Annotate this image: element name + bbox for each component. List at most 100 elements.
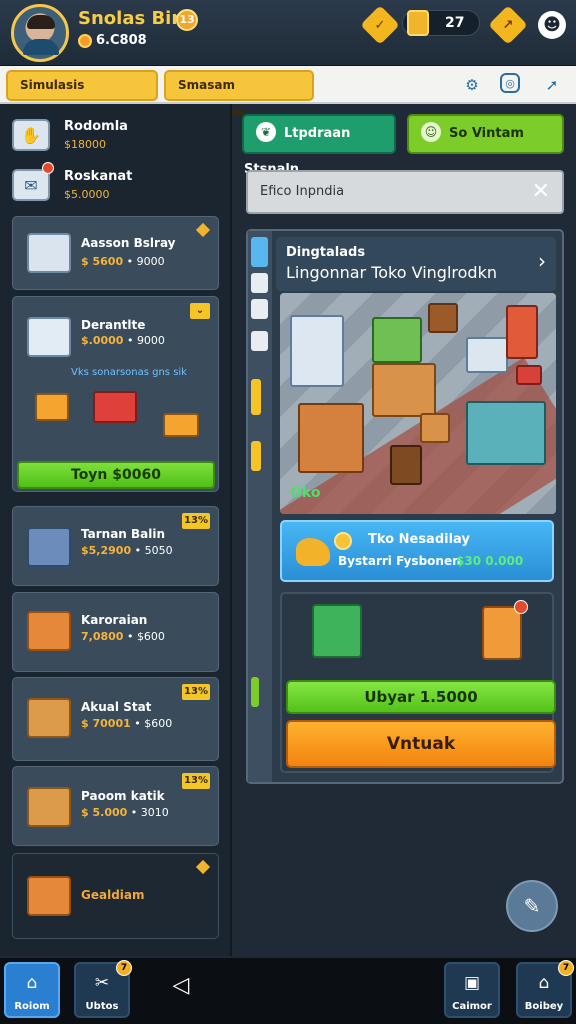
hand-icon: ✋ — [12, 119, 50, 151]
market-stall-icon — [27, 233, 71, 273]
card-price: $ 70001 • $600 — [81, 717, 173, 730]
shop-building — [290, 315, 344, 387]
back-icon[interactable]: ◁ — [167, 973, 195, 1001]
card-title: Tarnan Balin — [81, 527, 166, 541]
door-frame — [390, 445, 422, 485]
building-icon — [27, 527, 71, 567]
sidebar-item-roskanat[interactable]: ✉ Roskanat $5.0000 — [12, 162, 222, 206]
avatar-shirt — [23, 39, 59, 55]
sidebar-item-amount: $18000 — [64, 138, 106, 151]
panel-header[interactable]: Dingtalads Lingonnar Toko Vinglrodkn › — [276, 237, 556, 291]
card-title: Gealdiam — [81, 888, 145, 902]
search-bar[interactable]: Efico Inpndia ✕ — [246, 170, 564, 214]
card-title: Paoom katik — [81, 789, 165, 803]
action-button[interactable]: Vntuak — [286, 720, 556, 768]
price-secondary: $600 — [136, 630, 165, 643]
strip-tab-icon[interactable] — [251, 331, 268, 351]
box-icon: ▣ — [463, 973, 481, 993]
nav-boost[interactable]: ⌂ 7 Boibey — [516, 960, 574, 1018]
crate-stack — [372, 363, 436, 417]
produce-stand — [372, 317, 422, 363]
nav-label: Ubtos — [85, 1001, 119, 1012]
info-card[interactable]: Tko Nesadilay Bystarri Fysbonen $30 0.00… — [280, 520, 554, 582]
buy-button[interactable]: Toyn $0060 — [17, 461, 215, 489]
strip-marker — [251, 677, 259, 707]
cash-register-icon — [312, 604, 362, 658]
card-price: $ 5.000 • 3010 — [81, 806, 169, 819]
nav-badge: 7 — [116, 960, 132, 976]
share-icon[interactable]: ➚ — [540, 73, 564, 97]
discount-tag: 13% — [182, 513, 210, 529]
scene-label: Oko — [290, 485, 321, 501]
shop-card[interactable]: 13% Paoom katik $ 5.000 • 3010 — [12, 766, 219, 846]
pencil-icon: ✎ — [523, 894, 541, 918]
price-main: $.0000 — [81, 334, 124, 347]
card-title: Karoraian — [81, 613, 148, 627]
nav-home[interactable]: ⌂ Roiom — [4, 962, 60, 1018]
sidebar-item-rodomla[interactable]: ✋ Rodomla $18000 — [12, 116, 222, 156]
tab-simulation[interactable]: Simulasis Sitnsinaiis — [6, 70, 158, 119]
chevron-right-icon[interactable]: › — [538, 249, 546, 273]
store-panel: Dingtalads Lingonnar Toko Vinglrodkn › O… — [246, 229, 564, 784]
card-marker — [195, 859, 211, 875]
shop-card[interactable]: 13% Tarnan Balin $5,2900 • 5050 — [12, 506, 219, 586]
floating-action-button[interactable]: ✎ — [506, 880, 558, 932]
nav-container[interactable]: ▣ Caimor — [444, 962, 500, 1018]
shopping-cart — [516, 365, 542, 385]
upgrade-button[interactable]: Ubyar 1.5000 — [286, 680, 556, 714]
coin-icon — [334, 532, 352, 550]
product-card-icon — [482, 606, 522, 660]
card-title: Akual Stat — [81, 700, 152, 714]
card-price: $5,2900 • 5050 — [81, 544, 173, 557]
price-main: $ 5.000 — [81, 806, 128, 819]
tab-speed[interactable]: Smasam Spadaqas — [164, 70, 314, 119]
shop-card[interactable]: Karoraian 7,0800 • $600 — [12, 592, 219, 672]
card-price: $ 5600 • 9000 — [81, 255, 165, 268]
price-main: 7,0800 — [81, 630, 124, 643]
level-badge: 13 — [176, 9, 198, 31]
coin-icon — [78, 33, 92, 48]
strip-tab-icon[interactable] — [251, 299, 268, 319]
nav-tools[interactable]: ✂ 7 Ubtos — [74, 960, 132, 1018]
search-input[interactable]: Efico Inpndia — [260, 184, 344, 199]
crate-icon — [27, 611, 71, 651]
wooden-box — [428, 303, 458, 333]
sidebar-item-title: Roskanat — [64, 169, 133, 184]
nav-label: Roiom — [14, 1001, 50, 1012]
single-crate — [420, 413, 450, 443]
sidebar-item-amount: $5.0000 — [64, 188, 110, 201]
top-bar: Snolas Birls 13 6.C808 ✓ 27 ↗ ☻ — [0, 0, 576, 66]
price-secondary: 9000 — [136, 255, 165, 268]
left-sidebar: ✋ Rodomla $18000 ✉ Roskanat $5.0000 Aass… — [0, 104, 232, 956]
shop-card-locked[interactable]: Gealdiam — [12, 853, 219, 939]
chart-icon[interactable]: ◎ — [500, 73, 520, 93]
shop-card[interactable]: 13% Akual Stat $ 70001 • $600 — [12, 677, 219, 761]
shop-card-expanded[interactable]: ⌄ Derantlte $.0000 • 9000 Vks sonarsonas… — [12, 296, 219, 492]
bottom-nav: ⌂ Roiom ✂ 7 Ubtos ◁ ▣ Caimor ⌂ 7 Boibey — [0, 958, 576, 1024]
strip-tab-info-icon[interactable] — [251, 237, 268, 267]
smile-icon[interactable]: ☻ — [538, 11, 566, 39]
info-value: $30 0.000 — [456, 554, 524, 568]
bonus-diamond-icon[interactable]: ↗ — [488, 5, 528, 45]
gear-icon[interactable]: ⚙ — [460, 73, 484, 97]
gem-counter[interactable]: 27 — [402, 10, 480, 36]
vending-machine — [506, 305, 538, 359]
store-scene[interactable]: Oko — [280, 293, 556, 514]
card-price: $.0000 • 9000 — [81, 334, 165, 347]
vintage-button[interactable]: ☺ So Vintam — [407, 114, 564, 154]
close-icon[interactable]: ✕ — [532, 179, 550, 204]
nav-label: Caimor — [452, 1001, 492, 1012]
cart-icon — [163, 413, 199, 437]
card-title: Derantlte — [81, 318, 146, 332]
gold-diamond-icon[interactable]: ✓ — [360, 5, 400, 45]
avatar[interactable] — [11, 4, 69, 62]
app-screen: Snolas Birls 13 6.C808 ✓ 27 ↗ ☻ Simulasi… — [0, 0, 576, 1024]
panel-subtitle: Dingtalads — [286, 245, 366, 260]
card-note: Vks sonarsonas gns sik — [71, 367, 187, 378]
price-main: $ 5600 — [81, 255, 124, 268]
shop-card[interactable]: Aasson Bslray $ 5600 • 9000 — [12, 216, 219, 290]
strip-tab-icon[interactable] — [251, 273, 268, 293]
update-station-button[interactable]: ❦Ltpdraan Stsnaln — [242, 114, 396, 177]
discount-tag: 13% — [182, 773, 210, 789]
button-label: So Vintam — [449, 126, 524, 141]
